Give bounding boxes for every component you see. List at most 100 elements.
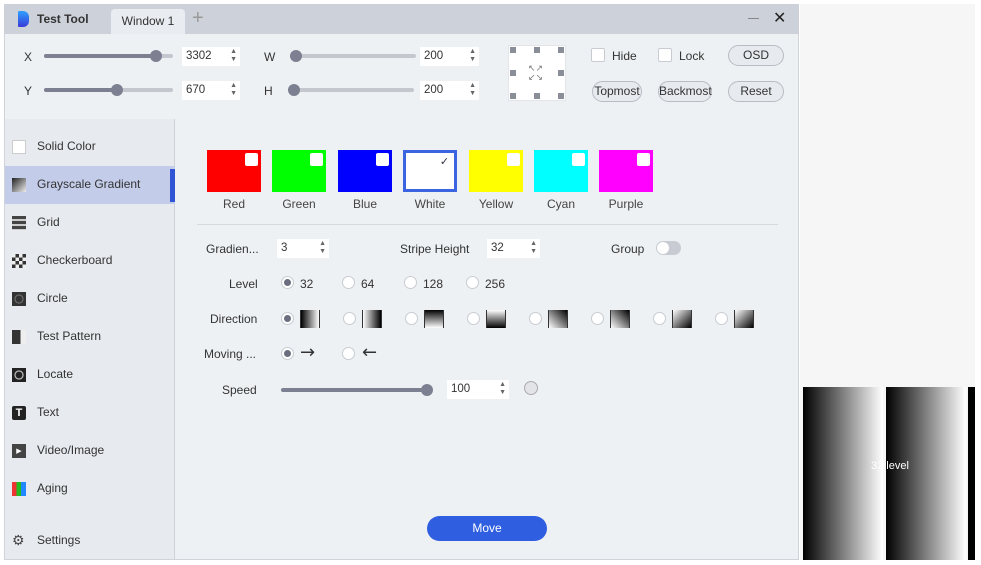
left-arrow-icon: ← <box>362 342 378 363</box>
sidebar-item-grayscale-gradient[interactable]: Grayscale Gradient <box>5 166 175 204</box>
direction-radio-6[interactable] <box>591 312 604 325</box>
x-input[interactable]: 3302 ▲ ▼ <box>182 47 240 66</box>
sidebar-item-label: Circle <box>37 291 68 305</box>
spin-arrows-icon[interactable]: ▲ ▼ <box>499 381 506 397</box>
speed-slider[interactable] <box>281 388 428 392</box>
direction-radio-8[interactable] <box>715 312 728 325</box>
anchor-top[interactable] <box>534 47 540 53</box>
spin-arrows-icon[interactable]: ▲ ▼ <box>469 48 476 64</box>
add-tab-icon[interactable]: + <box>192 7 204 30</box>
checkerboard-icon <box>12 254 26 268</box>
direction-radio-5[interactable] <box>529 312 542 325</box>
swatch-label: Cyan <box>546 197 575 211</box>
level-radio-32[interactable] <box>281 276 294 289</box>
gradient-input[interactable]: 3 ▲ ▼ <box>277 239 329 258</box>
swatch-checkbox[interactable] <box>310 153 323 166</box>
direction-radio-1[interactable] <box>281 312 294 325</box>
sidebar-item-label: Solid Color <box>37 139 96 153</box>
anchor-bottom[interactable] <box>534 93 540 99</box>
anchor-top-left[interactable] <box>510 47 516 53</box>
color-swatch-purple[interactable] <box>599 150 653 192</box>
color-swatch-white[interactable]: ✓ <box>403 150 457 192</box>
text-icon: T <box>12 406 26 420</box>
sidebar-item-aging[interactable]: Aging <box>5 470 175 508</box>
level-radio-128[interactable] <box>404 276 417 289</box>
spin-arrows-icon[interactable]: ▲ ▼ <box>530 240 537 256</box>
direction-radio-2[interactable] <box>343 312 356 325</box>
h-input[interactable]: 200 ▲ ▼ <box>420 81 479 100</box>
spin-arrows-icon[interactable]: ▲ ▼ <box>230 48 237 64</box>
speed-slider-thumb[interactable] <box>421 384 433 396</box>
anchor-right[interactable] <box>558 70 564 76</box>
spin-arrows-icon[interactable]: ▲ ▼ <box>319 240 326 256</box>
anchor-position-grid[interactable]: ↖↗ ↙↘ <box>508 45 566 101</box>
close-button[interactable]: ✕ <box>773 8 786 28</box>
h-slider-thumb[interactable] <box>288 84 300 96</box>
w-slider-thumb[interactable] <box>290 50 302 62</box>
h-slider[interactable] <box>288 88 414 92</box>
swatch-checkbox[interactable] <box>376 153 389 166</box>
y-slider-thumb[interactable] <box>111 84 123 96</box>
anchor-bottom-right[interactable] <box>558 93 564 99</box>
color-swatch-blue[interactable] <box>338 150 392 192</box>
reset-button[interactable]: Reset <box>728 81 784 102</box>
color-swatch-red[interactable] <box>207 150 261 192</box>
move-left-radio[interactable] <box>342 347 355 360</box>
w-input[interactable]: 200 ▲ ▼ <box>420 47 479 66</box>
sidebar-item-grid[interactable]: Grid <box>5 204 175 242</box>
hide-checkbox[interactable] <box>591 48 605 62</box>
move-right-radio[interactable] <box>281 347 294 360</box>
sidebar-item-circle[interactable]: Circle <box>5 280 175 318</box>
direction-radio-7[interactable] <box>653 312 666 325</box>
h-value: 200 <box>424 84 444 96</box>
swatch-label: Red <box>222 197 245 211</box>
sidebar-item-settings[interactable]: ⚙ Settings <box>5 522 175 560</box>
swatch-checkbox[interactable] <box>572 153 585 166</box>
swatch-label: White <box>414 197 446 211</box>
swatch-checkbox[interactable] <box>507 153 520 166</box>
sidebar-item-test-pattern[interactable]: Test Pattern <box>5 318 175 356</box>
osd-button[interactable]: OSD <box>728 45 784 66</box>
swatch-checkbox[interactable] <box>637 153 650 166</box>
color-swatch-green[interactable] <box>272 150 326 192</box>
x-slider-thumb[interactable] <box>150 50 162 62</box>
color-swatch-cyan[interactable] <box>534 150 588 192</box>
sidebar-item-label: Test Pattern <box>37 329 102 343</box>
swatch-label: Yellow <box>478 197 514 211</box>
swatch-checkbox[interactable]: ✓ <box>438 156 451 169</box>
stripe-height-input[interactable]: 32 ▲ ▼ <box>487 239 540 258</box>
w-slider[interactable] <box>290 54 416 58</box>
topmost-button[interactable]: Topmost <box>592 81 642 102</box>
level-option-label: 128 <box>423 277 444 291</box>
sidebar-item-video-image[interactable]: ▶ Video/Image <box>5 432 175 470</box>
sidebar-item-solid-color[interactable]: Solid Color <box>5 128 175 166</box>
level-radio-256[interactable] <box>466 276 479 289</box>
direction-radio-4[interactable] <box>467 312 480 325</box>
y-input[interactable]: 670 ▲ ▼ <box>182 81 240 100</box>
sidebar-item-checkerboard[interactable]: Checkerboard <box>5 242 175 280</box>
x-label: X <box>24 50 33 64</box>
speed-input[interactable]: 100 ▲ ▼ <box>447 380 509 399</box>
anchor-left[interactable] <box>510 70 516 76</box>
minimize-button[interactable] <box>748 18 759 19</box>
tab-window-1[interactable]: Window 1 <box>111 9 185 34</box>
sidebar-item-text[interactable]: T Text <box>5 394 175 432</box>
direction-radio-3[interactable] <box>405 312 418 325</box>
backmost-button[interactable]: Backmost <box>658 81 712 102</box>
lock-checkbox[interactable] <box>658 48 672 62</box>
spin-arrows-icon[interactable]: ▲ ▼ <box>469 82 476 98</box>
level-radio-64[interactable] <box>342 276 355 289</box>
w-value: 200 <box>424 50 444 62</box>
anchor-top-right[interactable] <box>558 47 564 53</box>
sidebar-item-label: Grid <box>37 215 60 229</box>
swatch-checkbox[interactable] <box>245 153 258 166</box>
gradient-icon <box>12 178 26 192</box>
anchor-bottom-left[interactable] <box>510 93 516 99</box>
spin-arrows-icon[interactable]: ▲ ▼ <box>230 82 237 98</box>
group-toggle[interactable] <box>656 241 681 255</box>
swatch-label: Green <box>282 197 316 211</box>
move-button[interactable]: Move <box>427 516 547 541</box>
sidebar-item-locate[interactable]: Locate <box>5 356 175 394</box>
color-swatch-yellow[interactable] <box>469 150 523 192</box>
expand-arrows-icon[interactable]: ↖↗ ↙↘ <box>528 64 543 82</box>
